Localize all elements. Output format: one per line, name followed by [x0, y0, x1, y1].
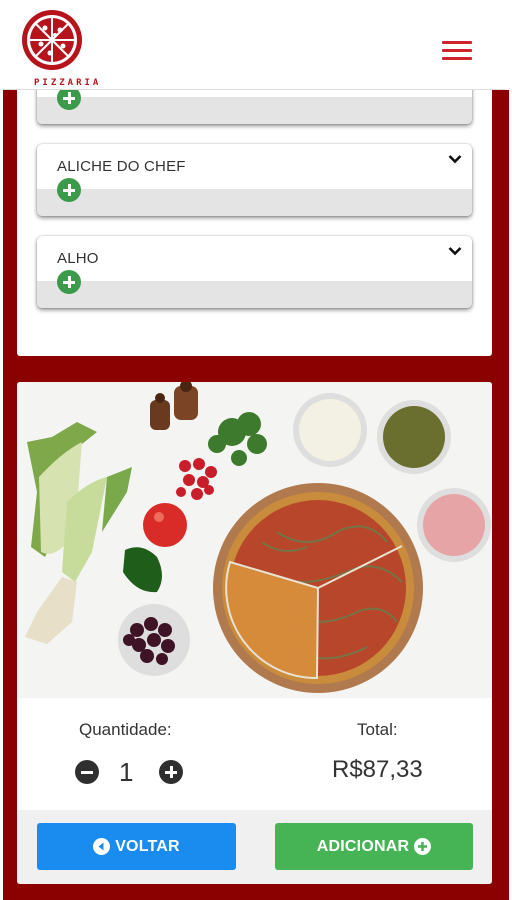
increase-quantity-button[interactable] — [159, 760, 183, 784]
add-option-icon[interactable] — [57, 178, 81, 202]
quantity-value: 1 — [119, 757, 134, 787]
back-button-label: VOLTAR — [115, 837, 180, 855]
quantity-label: Quantidade: — [79, 720, 172, 739]
option-label: ALHO — [57, 250, 99, 267]
pizza-photo — [17, 382, 492, 698]
back-button[interactable]: VOLTAR — [37, 823, 236, 870]
add-button-label: ADICIONAR — [316, 837, 410, 855]
option-item[interactable] — [37, 90, 472, 124]
app-header: PIZZARIA — [3, 3, 506, 90]
app-page: PIZZARIA ALICHE DO CHEF ALHO Quantidade:… — [0, 0, 512, 900]
quantity-stepper: 1 — [75, 757, 195, 787]
total-label: Total: — [357, 720, 398, 739]
product-card: Quantidade: Total: 1 R$87,33 VOLTAR ADIC… — [17, 382, 492, 884]
add-option-icon[interactable] — [57, 270, 81, 294]
add-button[interactable]: ADICIONAR — [275, 823, 473, 870]
pizza-logo-icon — [22, 10, 82, 70]
pizzeria-logo[interactable]: PIZZARIA — [19, 8, 99, 88]
option-label: ALICHE DO CHEF — [57, 158, 186, 175]
chevron-down-icon[interactable] — [448, 246, 462, 256]
arrow-left-circle-icon — [93, 838, 111, 855]
decrease-quantity-button[interactable] — [75, 760, 99, 784]
options-list: ALICHE DO CHEF ALHO — [17, 90, 492, 356]
chevron-down-icon[interactable] — [448, 154, 462, 164]
plus-circle-icon — [414, 838, 432, 855]
hamburger-menu-icon[interactable] — [442, 41, 472, 61]
option-item-aliche[interactable]: ALICHE DO CHEF — [37, 144, 472, 216]
option-item-alho[interactable]: ALHO — [37, 236, 472, 308]
total-value: R$87,33 — [332, 756, 423, 783]
logo-text: PIZZARIA — [34, 78, 102, 88]
